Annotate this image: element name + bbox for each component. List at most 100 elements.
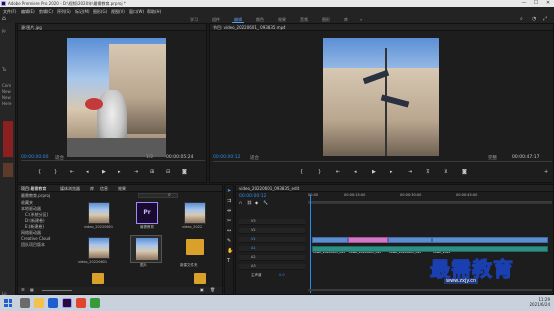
- learn-thumbnail-2[interactable]: [3, 163, 13, 177]
- app-taskbar-icon[interactable]: [76, 298, 86, 308]
- minimize-button[interactable]: —: [518, 0, 530, 7]
- wrench-icon[interactable]: 🔧: [263, 201, 268, 205]
- source-monitor-tab[interactable]: 源:图片.jpg: [21, 25, 42, 31]
- home-icon[interactable]: ⌂: [2, 16, 8, 22]
- clip-v1-2[interactable]: video_20220601_093: [348, 237, 388, 254]
- zoom-slider[interactable]: [42, 290, 72, 291]
- search-icon[interactable]: ⌕: [520, 16, 523, 22]
- premiere-taskbar-icon[interactable]: [62, 298, 72, 308]
- new-item-icon[interactable]: ▣: [200, 288, 204, 292]
- folder-icon-2[interactable]: [92, 273, 104, 284]
- step-back-icon[interactable]: ◂: [86, 170, 89, 175]
- slip-icon[interactable]: ↔: [227, 229, 231, 234]
- export-frame-icon[interactable]: ◙: [182, 170, 187, 175]
- program-fit-dropdown[interactable]: 适合: [250, 155, 259, 161]
- ripple-edit-icon[interactable]: ⇹: [227, 209, 231, 214]
- type-icon[interactable]: T: [227, 259, 230, 264]
- list-view-icon[interactable]: ☰: [21, 288, 25, 292]
- tab-info[interactable]: 信息: [100, 186, 108, 192]
- track-select-icon[interactable]: ⇉: [227, 199, 231, 204]
- program-go-to-in-icon[interactable]: ⇤: [336, 170, 340, 175]
- program-quality-dropdown[interactable]: 完整: [488, 155, 497, 161]
- bin-item-video-1[interactable]: [88, 202, 110, 224]
- source-scale-dropdown[interactable]: 1/2: [146, 155, 153, 160]
- go-to-in-icon[interactable]: ⇤: [70, 170, 74, 175]
- browser-icon[interactable]: [48, 298, 58, 308]
- expand-icon[interactable]: ⤢: [543, 16, 547, 22]
- project-search-input[interactable]: [138, 193, 178, 198]
- clip-v1-3[interactable]: video_20220601_093: [388, 237, 432, 254]
- tree-drive-e[interactable]: E:(新建卷): [25, 225, 44, 229]
- program-step-back-icon[interactable]: ◂: [354, 170, 357, 175]
- tab-effects[interactable]: 效果: [118, 186, 126, 192]
- clip-v1-4[interactable]: video_2022: [432, 237, 548, 254]
- timeline-scrollbar[interactable]: [308, 289, 552, 291]
- folder-icon[interactable]: [186, 239, 204, 255]
- notification-icon[interactable]: ◔: [532, 16, 536, 22]
- program-add-button-icon[interactable]: +: [544, 170, 548, 175]
- tree-team-projects[interactable]: 团队项目版本: [21, 243, 45, 247]
- maximize-button[interactable]: ☐: [530, 0, 542, 7]
- tree-drive-c[interactable]: C:(系统分区): [25, 213, 48, 217]
- program-export-frame-icon[interactable]: ◙: [462, 170, 467, 175]
- play-icon[interactable]: ▶: [102, 170, 106, 175]
- clip-a1[interactable]: [312, 246, 548, 252]
- workspace-more[interactable]: »: [360, 17, 362, 22]
- bin-item-video-3[interactable]: [88, 237, 110, 259]
- mark-in-icon[interactable]: {: [38, 170, 41, 175]
- tree-drive-d[interactable]: D:(新建卷): [25, 219, 45, 223]
- app-taskbar-icon-2[interactable]: [90, 298, 100, 308]
- marker-icon[interactable]: ◆: [255, 201, 258, 205]
- tab-media-browser[interactable]: 媒体浏览器: [60, 186, 80, 192]
- program-play-icon[interactable]: ▶: [372, 170, 376, 175]
- selection-tool-icon[interactable]: ➤: [227, 189, 231, 194]
- program-scrubber[interactable]: [213, 161, 552, 162]
- tree-local-drives[interactable]: 本地驱动器: [21, 207, 41, 211]
- learn-thumbnail-1[interactable]: [3, 121, 13, 157]
- snap-icon[interactable]: ∩: [239, 201, 242, 205]
- trash-icon[interactable]: 🗑: [210, 288, 215, 292]
- bin-item-image-selected[interactable]: [130, 235, 162, 263]
- program-mark-out-icon[interactable]: }: [318, 170, 321, 175]
- close-button[interactable]: ✕: [542, 0, 554, 7]
- folder-icon-3[interactable]: [194, 273, 206, 284]
- source-scrubber[interactable]: [21, 160, 205, 161]
- timeline-tab[interactable]: video_20220601_093835_edit: [239, 186, 299, 191]
- program-go-to-out-icon[interactable]: ⇥: [408, 170, 412, 175]
- clip-v1-1[interactable]: video_20220601_093: [312, 237, 348, 254]
- track-header-v2: V2: [239, 228, 305, 234]
- tab-project[interactable]: 项目:最需教育: [21, 186, 46, 192]
- link-icon[interactable]: ⛓: [247, 201, 252, 205]
- go-to-out-icon[interactable]: ⇥: [134, 170, 138, 175]
- insert-icon[interactable]: ⊞: [150, 170, 154, 175]
- program-monitor-tab[interactable]: 节目: video_20220601_ 093835.mp4: [213, 25, 286, 31]
- source-fit-dropdown[interactable]: 适合: [55, 155, 64, 161]
- timeline-timecode[interactable]: 00:00:00:12: [239, 194, 266, 199]
- file-explorer-icon[interactable]: [34, 298, 44, 308]
- lift-icon[interactable]: ⊼: [426, 170, 430, 175]
- bin-item-prproj[interactable]: Pr: [136, 202, 158, 224]
- mark-out-icon[interactable]: }: [54, 170, 57, 175]
- program-timecode-in[interactable]: 00:00:00:12: [213, 155, 240, 160]
- tree-creative-cloud[interactable]: Creative Cloud: [21, 237, 50, 241]
- program-mark-in-icon[interactable]: {: [300, 170, 303, 175]
- taskbar-clock[interactable]: 11:29 2021/6/24: [529, 297, 550, 307]
- tree-favorites[interactable]: 收藏夹: [21, 201, 33, 205]
- bin-item-video-2[interactable]: [184, 202, 206, 224]
- source-timecode-in[interactable]: 00:00:00:00: [21, 155, 48, 160]
- master-volume-value[interactable]: 0.0: [279, 273, 285, 278]
- overwrite-icon[interactable]: ⊟: [166, 170, 170, 175]
- windows-start-icon[interactable]: [4, 299, 12, 307]
- tree-network-drives[interactable]: 网络驱动器: [21, 231, 41, 235]
- learn-label-2: Tu: [2, 67, 7, 72]
- program-step-forward-icon[interactable]: ▸: [390, 170, 393, 175]
- task-view-icon[interactable]: [20, 298, 30, 308]
- icon-view-icon[interactable]: ▦: [30, 288, 34, 292]
- zoom-scrollbar-top[interactable]: [308, 201, 552, 203]
- tab-libraries[interactable]: 库: [90, 186, 94, 192]
- hand-icon[interactable]: ✋: [227, 249, 233, 254]
- step-forward-icon[interactable]: ▸: [118, 170, 121, 175]
- razor-icon[interactable]: ✂: [227, 219, 231, 224]
- extract-icon[interactable]: ⊻: [444, 170, 448, 175]
- pen-icon[interactable]: ✎: [227, 239, 231, 244]
